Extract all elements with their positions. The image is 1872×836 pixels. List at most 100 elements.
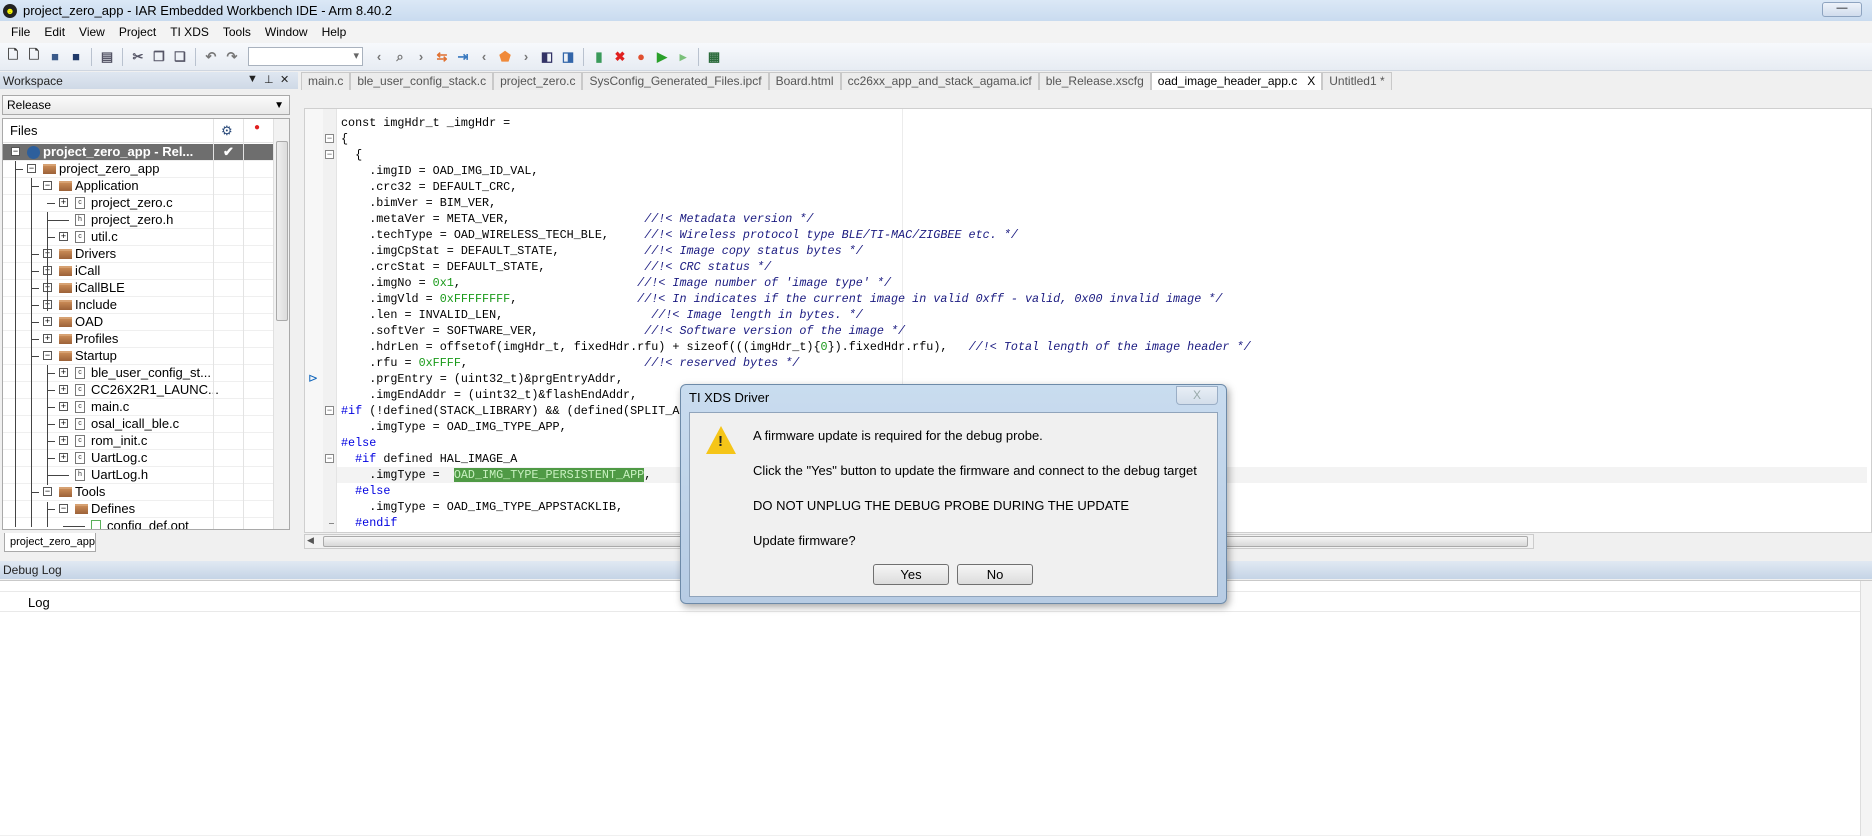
nav-forward-icon[interactable]: › — [412, 48, 430, 66]
editor-tab[interactable]: oad_image_header_app.c X — [1150, 72, 1323, 90]
tree-item[interactable]: +Include — [3, 297, 273, 314]
tree-item[interactable]: + c util.c — [3, 229, 273, 246]
editor-tab[interactable]: project_zero.c — [493, 72, 583, 90]
menu-view[interactable]: View — [72, 25, 112, 39]
find-icon[interactable]: ⌕ — [391, 48, 409, 66]
menu-help[interactable]: Help — [315, 25, 354, 39]
debug-without-download-icon[interactable]: ▸ — [674, 48, 692, 66]
tree-item[interactable]: h project_zero.h — [3, 212, 273, 229]
editor-tab[interactable]: SysConfig_Generated_Files.ipcf — [582, 72, 769, 90]
expand-toggle[interactable]: + — [43, 317, 52, 326]
log-scrollbar[interactable] — [1860, 581, 1872, 836]
pin-icon[interactable]: ⊥ — [264, 73, 274, 86]
cut-icon[interactable]: ✂ — [129, 48, 147, 66]
swap-icon[interactable]: ⇆ — [433, 48, 451, 66]
expand-toggle[interactable]: + — [59, 368, 68, 377]
go-forward-icon[interactable]: ◨ — [559, 48, 577, 66]
expand-toggle[interactable]: + — [59, 402, 68, 411]
files-scrollbar[interactable] — [273, 119, 289, 529]
yes-button[interactable]: Yes — [873, 564, 949, 585]
menu-tools[interactable]: Tools — [216, 25, 258, 39]
close-tab-icon[interactable]: X — [1307, 74, 1315, 88]
undo-icon[interactable]: ↶ — [202, 48, 220, 66]
configuration-select[interactable]: Release — [2, 95, 290, 115]
workspace-tab[interactable]: project_zero_app — [4, 533, 96, 552]
close-icon[interactable]: ✕ — [280, 73, 289, 86]
print-icon[interactable]: ▤ — [98, 48, 116, 66]
expand-toggle[interactable]: − — [11, 147, 20, 156]
fold-toggle[interactable]: − — [325, 406, 334, 415]
minimize-button[interactable]: — — [1822, 2, 1862, 17]
paste-icon[interactable]: ❏ — [171, 48, 189, 66]
next-bookmark-icon[interactable]: › — [517, 48, 535, 66]
dialog-close-button[interactable]: X — [1176, 386, 1218, 405]
tree-item[interactable]: + c osal_icall_ble.c — [3, 416, 273, 433]
download-debug-icon[interactable]: ▶ — [653, 48, 671, 66]
fold-toggle[interactable]: − — [325, 150, 334, 159]
editor-tab[interactable]: Board.html — [768, 72, 841, 90]
tree-item[interactable]: − Application — [3, 178, 273, 195]
fold-toggle[interactable]: − — [325, 134, 334, 143]
expand-toggle[interactable]: − — [43, 181, 52, 190]
menu-file[interactable]: File — [4, 25, 37, 39]
tree-item[interactable]: h UartLog.h — [3, 467, 273, 484]
scroll-thumb[interactable] — [276, 141, 288, 321]
compile-icon[interactable]: ▮ — [590, 48, 608, 66]
search-combo[interactable] — [248, 47, 363, 66]
editor-tab[interactable]: cc26xx_app_and_stack_agama.icf — [840, 72, 1039, 90]
breakpoint-icon[interactable]: ● — [632, 48, 650, 66]
save-icon[interactable]: ■ — [46, 48, 64, 66]
menu-ti-xds[interactable]: TI XDS — [163, 25, 216, 39]
prev-bookmark-icon[interactable]: ‹ — [475, 48, 493, 66]
gear-icon[interactable]: ⚙ — [221, 123, 233, 139]
indent-icon[interactable]: ⇥ — [454, 48, 472, 66]
tree-item[interactable]: + c CC26X2R1_LAUNC... — [3, 382, 273, 399]
editor-tab[interactable]: ble_Release.xscfg — [1038, 72, 1151, 90]
fold-toggle[interactable]: − — [325, 454, 334, 463]
nav-back-icon[interactable]: ‹ — [370, 48, 388, 66]
tree-item[interactable]: +iCall — [3, 263, 273, 280]
expand-toggle[interactable]: − — [59, 504, 68, 513]
tree-item[interactable]: − project_zero_app - Rel... ✔ — [3, 144, 273, 161]
layout-icon[interactable]: ▦ — [705, 48, 723, 66]
expand-toggle[interactable]: + — [59, 453, 68, 462]
expand-toggle[interactable]: + — [59, 385, 68, 394]
expand-toggle[interactable]: − — [43, 351, 52, 360]
tree-item[interactable]: + c UartLog.c — [3, 450, 273, 467]
tree-item[interactable]: + OAD — [3, 314, 273, 331]
expand-toggle[interactable]: − — [43, 487, 52, 496]
tree-item[interactable]: + Profiles — [3, 331, 273, 348]
expand-toggle[interactable]: − — [27, 164, 36, 173]
tree-item[interactable]: + c ble_user_config_st... — [3, 365, 273, 382]
tree-item[interactable]: +iCallBLE — [3, 280, 273, 297]
editor-tab[interactable]: main.c — [301, 72, 351, 90]
bookmark-icon[interactable]: ⬟ — [496, 48, 514, 66]
tree-item[interactable]: − project_zero_app — [3, 161, 273, 178]
expand-toggle[interactable]: + — [59, 436, 68, 445]
go-back-icon[interactable]: ◧ — [538, 48, 556, 66]
no-button[interactable]: No — [957, 564, 1033, 585]
menu-window[interactable]: Window — [258, 25, 315, 39]
editor-tab[interactable]: Untitled1 * — [1322, 72, 1392, 90]
new-file-icon[interactable]: 🗋 — [4, 47, 22, 66]
tree-item[interactable]: + c main.c — [3, 399, 273, 416]
tree-item[interactable]: + c rom_init.c — [3, 433, 273, 450]
tree-item[interactable]: + c project_zero.c — [3, 195, 273, 212]
menu-edit[interactable]: Edit — [37, 25, 72, 39]
stop-build-icon[interactable]: ✖ — [611, 48, 629, 66]
expand-toggle[interactable]: + — [59, 419, 68, 428]
save-all-icon[interactable]: ■ — [67, 48, 85, 66]
expand-toggle[interactable]: + — [43, 334, 52, 343]
copy-icon[interactable]: ❐ — [150, 48, 168, 66]
tree-item[interactable]: config_def.opt — [3, 518, 273, 529]
bookmark-icon[interactable]: ⊳ — [308, 371, 318, 385]
tree-item[interactable]: − Defines — [3, 501, 273, 518]
open-file-icon[interactable]: 🗋 — [25, 47, 43, 66]
tree-item[interactable]: − Tools — [3, 484, 273, 501]
redo-icon[interactable]: ↷ — [223, 48, 241, 66]
editor-tab[interactable]: ble_user_config_stack.c — [350, 72, 494, 90]
menu-project[interactable]: Project — [112, 25, 163, 39]
expand-toggle[interactable]: + — [59, 198, 68, 207]
dropdown-icon[interactable]: ▼ — [247, 73, 258, 85]
tree-item[interactable]: +Drivers — [3, 246, 273, 263]
